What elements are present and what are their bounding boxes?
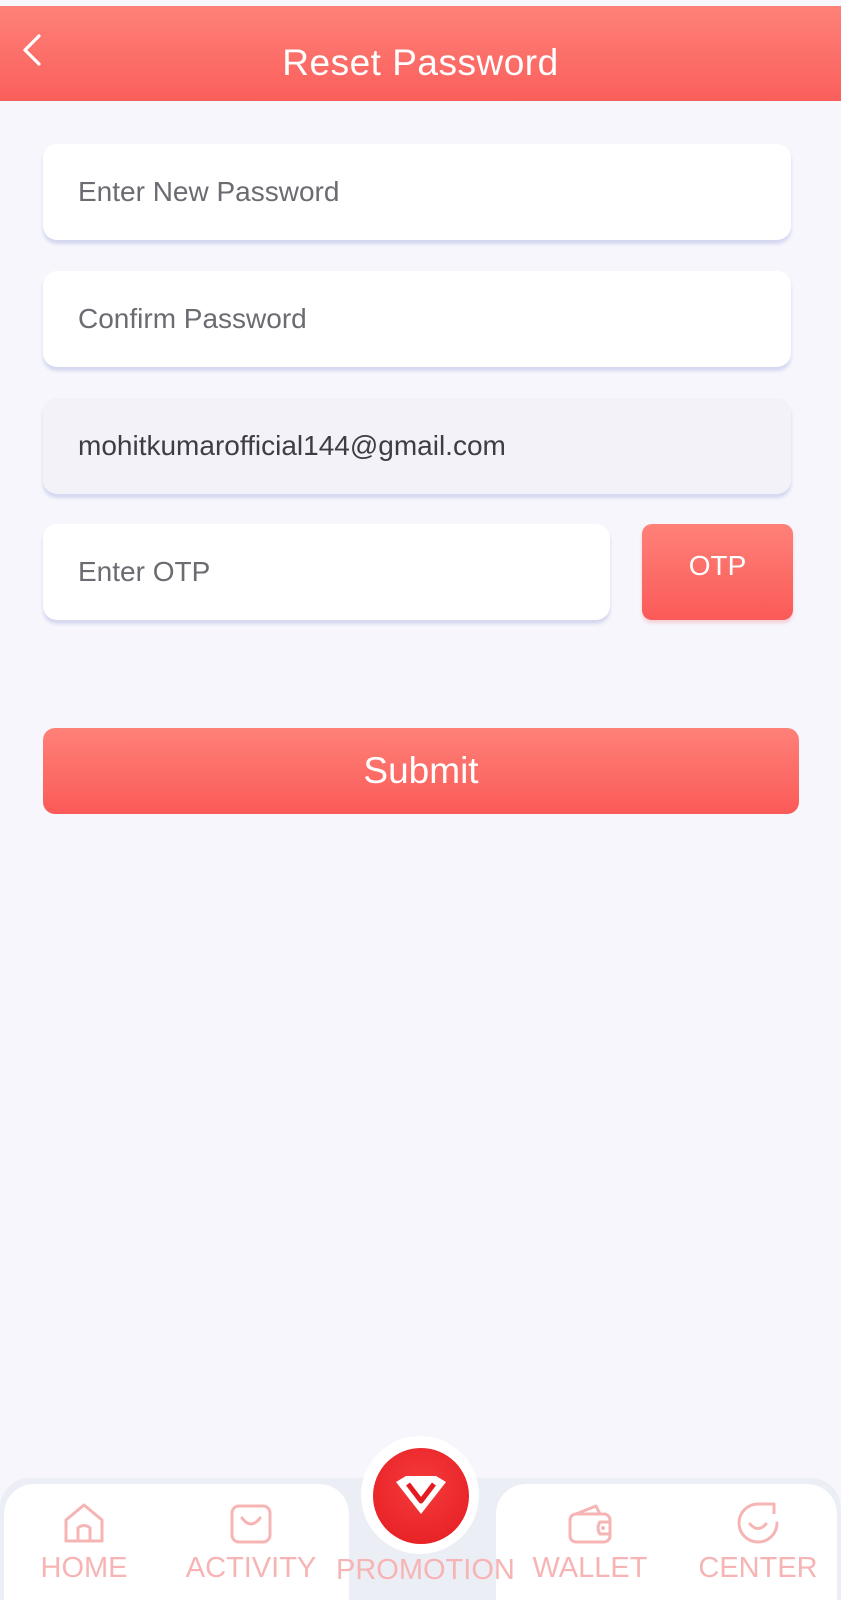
submit-button[interactable]: Submit — [43, 728, 799, 814]
email-value: mohitkumarofficial144@gmail.com — [78, 430, 506, 461]
send-otp-button[interactable]: OTP — [642, 524, 793, 620]
smile-face-icon — [737, 1502, 779, 1544]
nav-item-promotion[interactable] — [373, 1448, 469, 1544]
nav-item-home[interactable]: HOME — [36, 1500, 132, 1585]
nav-item-center[interactable]: CENTER — [698, 1500, 818, 1585]
nav-label-home: HOME — [40, 1552, 128, 1584]
otp-input[interactable] — [78, 556, 610, 588]
page-title: Reset Password — [282, 42, 559, 83]
reset-password-page: Reset Password mohitkumarofficial144@gma… — [0, 0, 841, 1600]
nav-label-activity: ACTIVITY — [185, 1552, 317, 1584]
confirm-password-input[interactable] — [78, 303, 791, 335]
header-bar: Reset Password — [0, 6, 841, 101]
nav-item-activity[interactable]: ACTIVITY — [186, 1500, 316, 1585]
confirm-password-field[interactable] — [43, 271, 791, 367]
bottom-nav: HOME ACTIVITY PROMOTION WALLET CENTER — [0, 1436, 841, 1600]
shopping-bag-icon — [230, 1504, 272, 1544]
new-password-field[interactable] — [43, 144, 791, 240]
new-password-input[interactable] — [78, 176, 791, 208]
otp-field[interactable] — [43, 524, 610, 620]
email-field: mohitkumarofficial144@gmail.com — [43, 398, 791, 494]
nav-label-wallet: WALLET — [532, 1552, 648, 1584]
nav-item-wallet[interactable]: WALLET — [530, 1500, 650, 1585]
diamond-logo-icon — [396, 1476, 446, 1514]
nav-label-center: CENTER — [698, 1552, 818, 1584]
home-icon — [64, 1503, 104, 1543]
wallet-icon — [568, 1504, 612, 1544]
nav-label-promotion: PROMOTION — [336, 1554, 515, 1586]
